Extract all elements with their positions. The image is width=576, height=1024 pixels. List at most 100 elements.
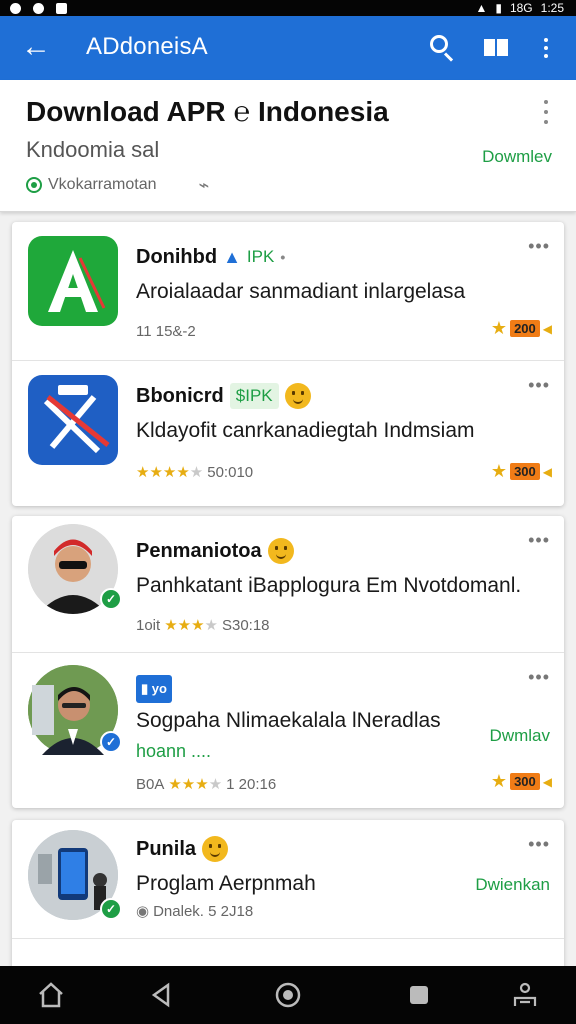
- book-icon[interactable]: [478, 30, 514, 66]
- app-description: Aroialaadar sanmadiant inlargelasa: [136, 280, 466, 303]
- app-title: Donihbd ▲ IPK •: [136, 244, 285, 270]
- header-download-link[interactable]: Dowmlev: [482, 146, 552, 168]
- item-more-icon[interactable]: •••: [528, 375, 550, 396]
- list-item[interactable]: ✓ Penmaniotoa Panhkatant iBapplogura Em …: [12, 516, 564, 652]
- notification-icon: [33, 2, 44, 14]
- avatar: ✓: [28, 524, 122, 614]
- drive-icon: ▲: [223, 247, 241, 267]
- smiley-emoji-icon: [284, 383, 311, 409]
- app-name: Bbonicrd: [136, 385, 224, 407]
- program-list-card: ✓ Punila Proglam Aerpnmah ◉ Dnalek. 5 2J…: [12, 820, 564, 980]
- header-meta: Vkokarramotan ⌁: [26, 174, 209, 196]
- app-meta-text: 50:010: [207, 464, 254, 481]
- avatar: ✓: [28, 665, 122, 755]
- header-meta-text: Vkokarramotan: [48, 176, 157, 193]
- list-item[interactable]: ✓ ▮ yo Sogpaha Nlimaekalala lNeradlas ho…: [12, 652, 564, 808]
- more-options-icon[interactable]: [528, 30, 564, 66]
- list-item[interactable]: ✓ Punila Proglam Aerpnmah ◉ Dnalek. 5 2J…: [12, 820, 564, 938]
- back-triangle-icon[interactable]: [146, 980, 176, 1010]
- dot-separator: •: [280, 249, 286, 265]
- meta-prefix: B0A: [136, 776, 165, 793]
- notification-icon: [56, 2, 67, 14]
- status-time: 1:25: [540, 1, 564, 15]
- system-nav-bar: [0, 966, 576, 1024]
- id-tag-text: yo: [151, 681, 167, 696]
- page-subtitle: Kndoomia sal: [26, 137, 160, 162]
- status-bar: ▲ ▮ 18G 1:25: [0, 0, 576, 16]
- chevron-icon: ◀: [542, 774, 552, 789]
- location-pin-icon: ◉: [136, 903, 150, 920]
- signal-icon: ▮: [495, 1, 502, 15]
- item-more-icon[interactable]: •••: [528, 236, 550, 257]
- app-meta: ★★★★★ 50:010: [136, 463, 253, 483]
- notification-icon: [10, 2, 21, 14]
- app-bar: ← ADdoneisA: [0, 16, 576, 80]
- apk-tag: IPK: [246, 247, 275, 266]
- list-item[interactable]: Donihbd ▲ IPK • Aroialaadar sanmadiant i…: [12, 222, 564, 360]
- people-list-card: ✓ Penmaniotoa Panhkatant iBapplogura Em …: [12, 516, 564, 808]
- tag-icon[interactable]: ⌁: [199, 174, 210, 196]
- rating-badge: 300: [510, 463, 540, 480]
- meta-prefix: 1oit: [136, 617, 161, 634]
- star-icon: ★: [490, 771, 508, 791]
- page-title: Download APR ℮ Indonesia: [26, 96, 389, 127]
- apk-tag: $IPK: [229, 383, 279, 409]
- rating: ★ 300 ◀: [491, 771, 552, 792]
- home-circle-icon[interactable]: [273, 980, 303, 1010]
- item-more-icon[interactable]: •••: [528, 834, 550, 855]
- verified-badge-icon: ✓: [100, 731, 122, 753]
- person-meta: B0A ★★★★ 1 20:16: [136, 775, 276, 795]
- app-bar-title: ADdoneisA: [86, 33, 208, 60]
- person-title: ▮ yo: [136, 675, 172, 703]
- star-icon: ★: [490, 318, 508, 338]
- header-more-icon[interactable]: [542, 100, 550, 126]
- person-title: Penmaniotoa: [136, 538, 294, 564]
- meta-text: Dnalek. 5 2J18: [153, 903, 254, 920]
- program-name: Punila: [136, 838, 197, 860]
- list-item[interactable]: Bbonicrd $IPK Kldayofit canrkanadiegtah …: [12, 360, 564, 506]
- person-description-more: hoann ....: [136, 741, 212, 761]
- meta-text: 1 20:16: [226, 776, 277, 793]
- search-icon[interactable]: [424, 30, 460, 66]
- app-meta: 11 15&-2: [136, 323, 196, 340]
- accessibility-icon[interactable]: [510, 980, 540, 1010]
- status-network: 18G: [509, 1, 533, 15]
- smiley-emoji-icon: [267, 538, 294, 564]
- rating-badge: 200: [510, 320, 540, 337]
- person-description: Panhkatant iBapplogura Em Nvotdomanl.: [136, 574, 522, 597]
- item-more-icon[interactable]: •••: [528, 530, 550, 551]
- rating: ★ 300 ◀: [491, 461, 552, 482]
- location-icon: [26, 177, 42, 193]
- person-meta: 1oit ★★★★ S30:18: [136, 616, 270, 636]
- app-logo-tools-icon: [28, 375, 118, 465]
- smiley-emoji-icon: [202, 836, 229, 862]
- chevron-icon: ◀: [542, 464, 552, 479]
- id-tag: ▮ yo: [136, 675, 172, 703]
- app-description: Kldayofit canrkanadiegtah Indmsiam: [136, 419, 475, 442]
- download-link[interactable]: Dwmlav: [490, 725, 550, 747]
- app-list-card: Donihbd ▲ IPK • Aroialaadar sanmadiant i…: [12, 222, 564, 506]
- person-name: Penmaniotoa: [136, 540, 262, 562]
- star-rating-icon: ★★★★: [168, 776, 223, 793]
- wifi-icon: ▲: [475, 1, 488, 15]
- program-meta: ◉ Dnalek. 5 2J18: [136, 902, 253, 922]
- star-rating-icon: ★★★★: [164, 617, 218, 634]
- back-arrow-icon[interactable]: ←: [18, 30, 54, 66]
- app-logo-a-icon: [28, 236, 118, 326]
- program-description: Proglam Aerpnmah: [136, 872, 316, 895]
- rating-badge: 300: [510, 773, 540, 790]
- app-title: Bbonicrd $IPK: [136, 383, 311, 409]
- chevron-icon: ◀: [542, 321, 552, 336]
- rating: ★ 200 ◀: [491, 318, 552, 339]
- download-link[interactable]: Dwienkan: [475, 874, 550, 896]
- star-icon: ★: [490, 461, 508, 481]
- avatar: ✓: [28, 830, 122, 920]
- program-title: Punila: [136, 836, 229, 862]
- recents-icon[interactable]: [404, 980, 434, 1010]
- verified-badge-icon: ✓: [100, 588, 122, 610]
- verified-badge-icon: ✓: [100, 898, 122, 920]
- star-rating-icon: ★★★★★: [136, 464, 204, 481]
- item-more-icon[interactable]: •••: [528, 667, 550, 688]
- home-icon[interactable]: [36, 980, 66, 1010]
- app-name: Donihbd: [136, 246, 218, 268]
